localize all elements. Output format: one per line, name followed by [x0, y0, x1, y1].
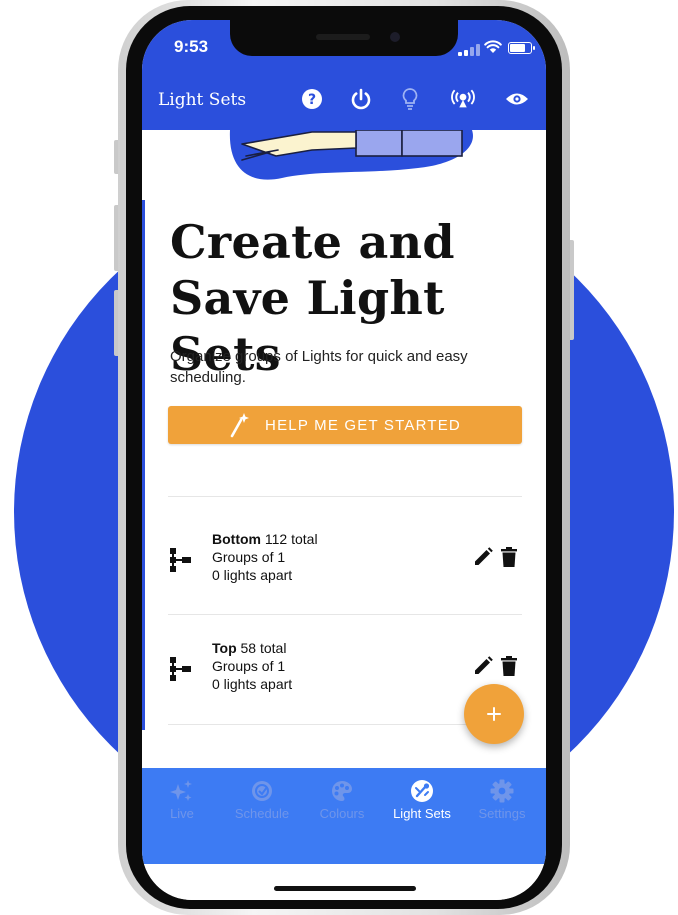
power-icon[interactable] — [348, 86, 374, 112]
notch — [230, 20, 458, 56]
delete-trash-icon[interactable] — [500, 655, 518, 677]
front-camera — [390, 32, 400, 42]
sparkle-icon — [170, 780, 192, 801]
light-set-row: Bottom 112 total Groups of 1 0 lights ap… — [168, 506, 522, 614]
home-indicator — [274, 886, 416, 891]
signal-icon — [458, 44, 480, 56]
tab-label: Schedule — [234, 806, 290, 821]
tab-settings[interactable]: Settings — [462, 778, 542, 821]
divider — [168, 496, 522, 497]
schedule-icon — [252, 781, 272, 801]
add-light-set-button[interactable] — [464, 684, 524, 744]
light-set-info: Bottom 112 total Groups of 1 0 lights ap… — [212, 530, 318, 584]
light-set-name: Bottom — [212, 531, 261, 547]
phone-screen: 9:53 Light Sets ? Create and Save Light … — [142, 20, 546, 900]
tree-structure-icon — [170, 548, 191, 572]
light-set-total: 58 total — [240, 640, 287, 656]
tab-live[interactable]: Live — [142, 778, 222, 821]
light-set-spacing: 0 lights apart — [212, 567, 293, 583]
light-set-total: 112 total — [264, 531, 318, 547]
lightbulb-icon[interactable] — [397, 86, 423, 112]
left-accent-bar — [142, 200, 145, 730]
tab-schedule[interactable]: Schedule — [222, 778, 302, 821]
tree-structure-icon — [170, 657, 191, 681]
wifi-icon — [484, 40, 502, 53]
light-set-groups: Groups of 1 — [212, 549, 286, 565]
tab-label: Colours — [319, 806, 365, 821]
tab-label: Light Sets — [393, 806, 451, 821]
app-bar: Light Sets ? — [142, 70, 546, 130]
page-subtitle: Organize groups of Lights for quick and … — [170, 348, 468, 386]
home-indicator-area — [142, 864, 546, 900]
tab-label: Live — [170, 806, 194, 821]
delete-trash-icon[interactable] — [500, 546, 518, 568]
app-title: Light Sets — [158, 90, 247, 110]
help-me-get-started-button[interactable]: HELP ME GET STARTED — [168, 406, 522, 444]
plus-icon — [487, 707, 501, 721]
header-illustration — [229, 130, 473, 180]
palette-icon — [332, 781, 352, 801]
gear-icon — [490, 779, 514, 803]
speaker — [316, 34, 370, 40]
tab-light-sets[interactable]: Light Sets — [382, 778, 462, 821]
edit-pencil-icon[interactable] — [472, 546, 494, 568]
light-set-groups: Groups of 1 — [212, 658, 286, 674]
light-set-info: Top 58 total Groups of 1 0 lights apart — [212, 639, 292, 693]
battery-icon — [508, 42, 535, 54]
bottom-tab-bar: Live Schedule Colours Light Sets Setting… — [142, 768, 546, 864]
light-set-spacing: 0 lights apart — [212, 676, 293, 692]
svg-text:?: ? — [308, 92, 316, 108]
broadcast-icon[interactable] — [450, 86, 476, 112]
edit-pencil-icon[interactable] — [472, 655, 494, 677]
help-icon[interactable]: ? — [299, 86, 325, 112]
magic-wand-icon — [230, 413, 250, 438]
tab-label: Settings — [478, 806, 526, 821]
tab-colours[interactable]: Colours — [302, 778, 382, 821]
help-button-label: HELP ME GET STARTED — [265, 416, 461, 434]
status-time: 9:53 — [174, 37, 209, 56]
light-sets-icon — [411, 780, 433, 802]
light-set-name: Top — [212, 640, 237, 656]
eye-icon[interactable] — [504, 86, 530, 112]
